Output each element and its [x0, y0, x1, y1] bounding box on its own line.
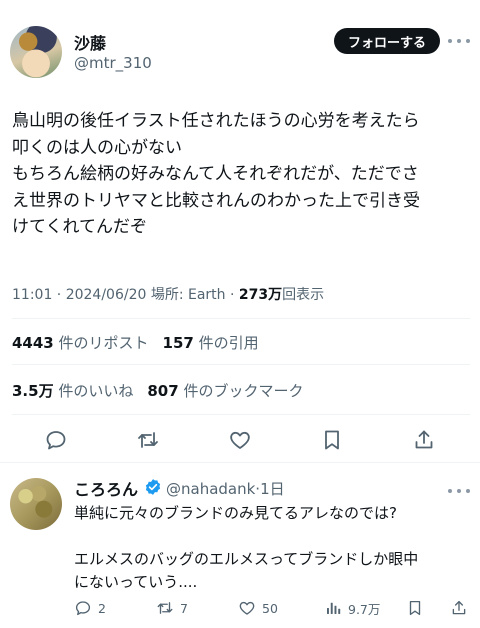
tweet-line: 叩くのは人の心がない — [12, 137, 182, 158]
stats-row-likes: 3.5万 件のいいね 807 件のブックマーク — [12, 380, 303, 401]
reply-display-name[interactable]: ころろん — [74, 476, 138, 500]
share-icon[interactable] — [450, 599, 468, 617]
follow-button[interactable]: フォローする — [334, 28, 440, 54]
views-count: 273万 — [238, 287, 283, 303]
reply-like-button[interactable]: 50 — [238, 598, 278, 618]
views-icon — [324, 599, 342, 617]
reply-repost-button[interactable]: 7 — [156, 598, 188, 618]
reply-text: 単純に元々のブランドのみ見てるアレなのでは? エルメスのバッグのエルメスってブラ… — [74, 502, 470, 594]
author-display-name[interactable]: 沙藤 — [74, 30, 106, 54]
repost-icon — [156, 599, 174, 617]
bookmarks-stat[interactable]: 807 件のブックマーク — [147, 382, 303, 400]
reposts-stat[interactable]: 4443 件のリポスト — [12, 334, 149, 352]
reply-views-button[interactable]: 9.7万 — [324, 598, 380, 618]
quotes-stat[interactable]: 157 件の引用 — [163, 334, 259, 352]
reply-line: エルメスのバッグのエルメスってブランドしか眼中 — [74, 550, 419, 568]
divider — [12, 414, 470, 415]
share-icon[interactable] — [412, 428, 436, 452]
reply-reply-count: 2 — [98, 600, 106, 616]
reply-like-count: 50 — [262, 600, 278, 616]
tweet-line: え世界のトリヤマと比較されんのわかった上で引き受 — [12, 190, 420, 211]
tweet-line: 鳥山明の後任イラスト任されたほうの心労を考えたら — [12, 111, 420, 131]
author-handle[interactable]: @mtr_310 — [74, 54, 152, 72]
likes-count: 3.5万 — [12, 382, 54, 400]
reply-icon[interactable] — [44, 428, 68, 452]
quotes-label: 件の引用 — [198, 334, 259, 352]
more-icon[interactable] — [448, 482, 470, 500]
bookmark-icon[interactable] — [406, 599, 424, 617]
reply-icon — [74, 599, 92, 617]
likes-label: 件のいいね — [58, 382, 134, 400]
reply-avatar[interactable] — [10, 478, 62, 530]
bookmark-icon[interactable] — [320, 428, 344, 452]
verified-badge-icon — [144, 478, 162, 496]
tweet-timestamp[interactable]: 11:01 · 2024/06/20 場所: Earth · — [12, 287, 239, 303]
reply-views-count: 9.7万 — [348, 601, 381, 617]
reply-line: 単純に元々のブランドのみ見てるアレなのでは? — [74, 504, 397, 522]
reply-line: にないっていう.... — [74, 573, 198, 591]
repost-icon[interactable] — [136, 428, 160, 452]
reposts-label: 件のリポスト — [58, 334, 149, 352]
reply-handle-time[interactable]: @nahadank·1日 — [166, 478, 285, 499]
reply-reply-button[interactable]: 2 — [74, 598, 106, 618]
divider — [0, 462, 480, 463]
reply-repost-count: 7 — [180, 600, 188, 616]
divider — [12, 318, 470, 319]
views-label: 回表示 — [282, 287, 325, 303]
reposts-count: 4443 — [12, 334, 54, 352]
tweet-meta: 11:01 · 2024/06/20 場所: Earth · 273万回表示 — [12, 284, 324, 304]
bookmarks-label: 件のブックマーク — [183, 382, 304, 400]
quotes-count: 157 — [162, 334, 194, 352]
likes-stat[interactable]: 3.5万 件のいいね — [12, 382, 133, 400]
bookmarks-count: 807 — [147, 382, 179, 400]
tweet-text: 鳥山明の後任イラスト任されたほうの心労を考えたら 叩くのは人の心がない もちろん… — [12, 108, 470, 241]
like-icon — [238, 599, 256, 617]
divider — [12, 364, 470, 365]
stats-row-reposts: 4443 件のリポスト 157 件の引用 — [12, 332, 259, 353]
reply-line — [74, 525, 470, 548]
tweet-line: もちろん絵柄の好みなんて人それぞれだが、ただでさ — [12, 164, 419, 184]
more-icon[interactable] — [448, 32, 470, 50]
author-avatar[interactable] — [10, 26, 62, 78]
like-icon[interactable] — [228, 428, 252, 452]
tweet-line: けてくれてんだぞ — [12, 217, 147, 237]
